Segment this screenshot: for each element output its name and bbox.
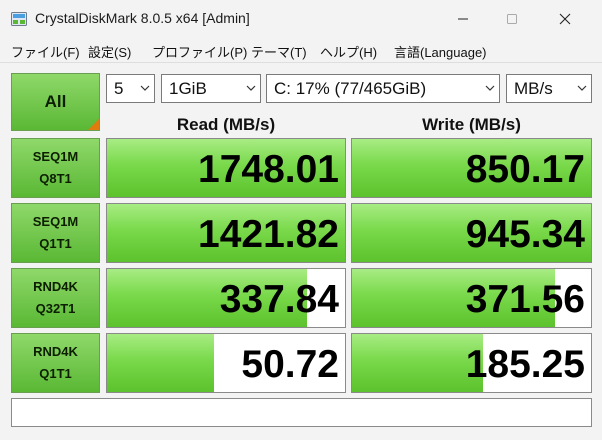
write-value: 850.17	[465, 148, 585, 191]
write-bar	[352, 334, 484, 392]
chevron-down-icon	[140, 85, 150, 91]
read-value: 337.84	[219, 278, 339, 321]
drive-select[interactable]: C: 17% (77/465GiB)	[266, 74, 500, 103]
count-select[interactable]: 5	[106, 74, 155, 103]
close-icon	[559, 13, 571, 25]
read-value: 1421.82	[198, 213, 339, 256]
write-header: Write (MB/s)	[422, 115, 521, 134]
drive-value: C: 17% (77/465GiB)	[274, 79, 427, 98]
close-button[interactable]	[542, 0, 588, 38]
menu-theme[interactable]: テーマ(T)	[251, 42, 307, 61]
row-label-line2: Q8T1	[39, 171, 72, 186]
seq1m-q1t1-button[interactable]: SEQ1M Q1T1	[11, 203, 100, 263]
minimize-button[interactable]	[440, 0, 486, 38]
app-icon	[11, 11, 27, 27]
maximize-icon	[507, 14, 517, 24]
menu-profile[interactable]: プロファイル(P)	[152, 42, 247, 61]
title-bar[interactable]: CrystalDiskMark 8.0.5 x64 [Admin]	[0, 0, 602, 38]
row-label-line1: RND4K	[33, 279, 78, 294]
read-result: 337.84	[106, 268, 346, 328]
read-header: Read (MB/s)	[176, 115, 276, 134]
row-label-line1: SEQ1M	[32, 149, 79, 164]
row-label-line2: Q32T1	[35, 301, 76, 316]
chevron-down-icon	[485, 85, 495, 91]
size-value: 1GiB	[169, 79, 207, 98]
menu-file[interactable]: ファイル(F)	[11, 42, 80, 61]
write-value: 185.25	[465, 343, 585, 386]
menu-help[interactable]: ヘルプ(H)	[320, 42, 377, 61]
read-result: 1748.01	[106, 138, 346, 198]
write-result: 185.25	[351, 333, 592, 393]
row-label-line1: RND4K	[33, 344, 78, 359]
write-result: 371.56	[351, 268, 592, 328]
read-bar	[107, 334, 215, 392]
chevron-down-icon	[577, 85, 587, 91]
unit-value: MB/s	[514, 79, 553, 98]
menu-bar: ファイル(F) 設定(S) プロファイル(P) テーマ(T) ヘルプ(H) 言語…	[0, 38, 602, 62]
chevron-down-icon	[246, 85, 256, 91]
minimize-icon	[458, 18, 468, 20]
row-label-line1: SEQ1M	[32, 214, 79, 229]
read-result: 1421.82	[106, 203, 346, 263]
read-value: 1748.01	[198, 148, 339, 191]
write-value: 371.56	[465, 278, 585, 321]
unit-select[interactable]: MB/s	[506, 74, 592, 103]
all-button-label: All	[44, 92, 67, 111]
size-select[interactable]: 1GiB	[161, 74, 261, 103]
menu-settings[interactable]: 設定(S)	[88, 42, 131, 61]
seq1m-q8t1-button[interactable]: SEQ1M Q8T1	[11, 138, 100, 198]
read-value: 50.72	[241, 343, 339, 386]
read-result: 50.72	[106, 333, 346, 393]
row-label-line2: Q1T1	[39, 366, 72, 381]
write-value: 945.34	[465, 213, 585, 256]
all-button[interactable]: All	[11, 73, 100, 131]
maximize-button[interactable]	[489, 0, 535, 38]
write-result: 850.17	[351, 138, 592, 198]
comment-field[interactable]	[11, 398, 592, 427]
rnd4k-q32t1-button[interactable]: RND4K Q32T1	[11, 268, 100, 328]
window-title: CrystalDiskMark 8.0.5 x64 [Admin]	[35, 10, 250, 26]
row-label-line2: Q1T1	[39, 236, 72, 251]
write-result: 945.34	[351, 203, 592, 263]
count-value: 5	[114, 79, 124, 98]
rnd4k-q1t1-button[interactable]: RND4K Q1T1	[11, 333, 100, 393]
corner-marker-icon	[88, 119, 99, 130]
menu-language[interactable]: 言語(Language)	[394, 42, 487, 61]
